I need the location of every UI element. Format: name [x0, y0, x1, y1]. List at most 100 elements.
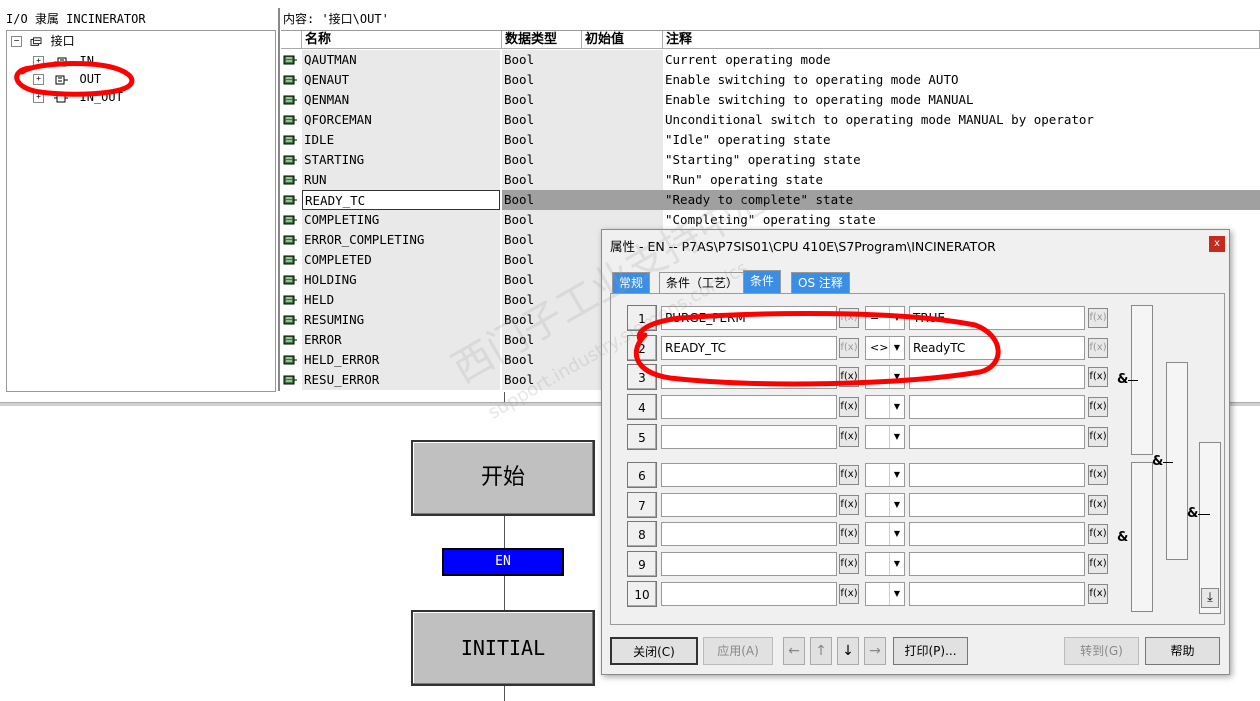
tab-os-comment[interactable]: OS 注释: [791, 272, 850, 293]
cell-type[interactable]: Bool: [502, 310, 582, 330]
cell-type[interactable]: Bool: [502, 90, 582, 110]
condition-right-operand[interactable]: [909, 463, 1085, 487]
chevron-down-icon[interactable]: ▼: [889, 523, 904, 545]
cell-name[interactable]: ERROR: [302, 330, 500, 350]
cell-type[interactable]: Bool: [502, 350, 582, 370]
function-icon[interactable]: f(x): [1088, 397, 1108, 417]
close-icon[interactable]: x: [1209, 236, 1225, 252]
cell-init[interactable]: [582, 170, 663, 190]
function-icon[interactable]: f(x): [839, 308, 859, 328]
operator-select[interactable]: ▼: [865, 425, 905, 449]
column-header-name[interactable]: 名称: [302, 31, 502, 49]
arrow-right-icon[interactable]: →: [864, 637, 886, 665]
cell-name[interactable]: QENAUT: [302, 70, 500, 90]
operator-select[interactable]: ▼: [865, 552, 905, 576]
table-row[interactable]: QFORCEMAN Bool Unconditional switch to ope…: [281, 110, 1260, 130]
cell-init[interactable]: [582, 90, 663, 110]
column-header-comment[interactable]: 注释: [663, 31, 1260, 49]
cell-type[interactable]: Bool: [502, 170, 582, 190]
cell-name[interactable]: IDLE: [302, 130, 500, 150]
cell-name[interactable]: READY_TC: [302, 190, 500, 210]
cell-comment[interactable]: Current operating mode: [663, 50, 1260, 70]
table-row[interactable]: RUN Bool "Run" operating state: [281, 170, 1260, 190]
cell-name[interactable]: RESU_ERROR: [302, 370, 500, 390]
apply-button[interactable]: 应用(A): [703, 637, 773, 665]
function-icon[interactable]: f(x): [839, 554, 859, 574]
function-icon[interactable]: f(x): [1088, 367, 1108, 387]
sfc-step-start[interactable]: 开始: [411, 440, 595, 516]
cell-init[interactable]: [582, 150, 663, 170]
cell-init[interactable]: [582, 190, 663, 210]
condition-left-operand[interactable]: [661, 493, 837, 517]
condition-right-operand[interactable]: TRUE: [909, 306, 1085, 330]
function-icon[interactable]: f(x): [839, 524, 859, 544]
cell-init[interactable]: [582, 110, 663, 130]
function-icon[interactable]: f(x): [1088, 308, 1108, 328]
arrow-down-icon[interactable]: ↓: [837, 637, 859, 665]
cell-type[interactable]: Bool: [502, 230, 582, 250]
tree-item-root[interactable]: − 接口: [11, 33, 75, 49]
condition-left-operand[interactable]: [661, 395, 837, 419]
cell-name[interactable]: QFORCEMAN: [302, 110, 500, 130]
cell-name[interactable]: RUN: [302, 170, 500, 190]
chevron-down-icon[interactable]: ▼: [889, 583, 904, 605]
condition-row-number[interactable]: 6: [627, 462, 657, 488]
condition-left-operand[interactable]: [661, 463, 837, 487]
function-icon[interactable]: f(x): [839, 367, 859, 387]
condition-row-number[interactable]: 7: [627, 492, 657, 518]
cell-init[interactable]: [582, 130, 663, 150]
condition-left-operand[interactable]: PURGE_PERM: [661, 306, 837, 330]
cell-comment[interactable]: Unconditional switch to operating mode M…: [663, 110, 1260, 130]
condition-row-number[interactable]: 3: [627, 364, 657, 390]
condition-right-operand[interactable]: [909, 522, 1085, 546]
operator-select[interactable]: ▼: [865, 493, 905, 517]
condition-row-number[interactable]: 2: [627, 335, 657, 361]
help-button[interactable]: 帮助: [1145, 637, 1220, 665]
close-button[interactable]: 关闭(C): [610, 637, 698, 665]
operator-select[interactable]: ▼: [865, 365, 905, 389]
function-icon[interactable]: f(x): [839, 465, 859, 485]
expand-icon[interactable]: +: [33, 74, 44, 85]
cell-type[interactable]: Bool: [502, 370, 582, 390]
function-icon[interactable]: f(x): [839, 427, 859, 447]
operator-select[interactable]: ▼: [865, 395, 905, 419]
function-icon[interactable]: f(x): [839, 495, 859, 515]
expand-icon[interactable]: +: [33, 92, 44, 103]
collapse-icon[interactable]: −: [11, 36, 22, 47]
cell-type[interactable]: Bool: [502, 270, 582, 290]
condition-right-operand[interactable]: [909, 395, 1085, 419]
cell-comment[interactable]: "Ready to complete" state: [663, 190, 1260, 210]
cell-comment[interactable]: Enable switching to operating mode MANUA…: [663, 90, 1260, 110]
condition-right-operand[interactable]: [909, 425, 1085, 449]
print-button[interactable]: 打印(P)...: [893, 637, 968, 665]
cell-comment[interactable]: "Starting" operating state: [663, 150, 1260, 170]
cell-type[interactable]: Bool: [502, 70, 582, 90]
cell-name[interactable]: HOLDING: [302, 270, 500, 290]
cell-name[interactable]: ERROR_COMPLETING: [302, 230, 500, 250]
tab-condition-tech[interactable]: 条件（工艺）: [659, 272, 746, 293]
cell-type[interactable]: Bool: [502, 250, 582, 270]
table-row[interactable]: QAUTMAN Bool Current operating mode: [281, 50, 1260, 70]
column-header-type[interactable]: 数据类型: [502, 31, 582, 49]
cell-type[interactable]: Bool: [502, 130, 582, 150]
cell-name[interactable]: RESUMING: [302, 310, 500, 330]
cell-name[interactable]: HELD: [302, 290, 500, 310]
arrow-down-icon[interactable]: ⤓: [1201, 588, 1219, 608]
table-row[interactable]: IDLE Bool "Idle" operating state: [281, 130, 1260, 150]
cell-name[interactable]: COMPLETING: [302, 210, 500, 230]
function-icon[interactable]: f(x): [1088, 495, 1108, 515]
function-icon[interactable]: f(x): [1088, 524, 1108, 544]
tree-item-out[interactable]: + OUT: [33, 71, 101, 87]
chevron-down-icon[interactable]: ▼: [889, 426, 904, 448]
cell-comment[interactable]: "Completing" operating state: [663, 210, 1260, 230]
function-icon[interactable]: f(x): [839, 397, 859, 417]
operator-select[interactable]: <> ▼: [865, 336, 905, 360]
chevron-down-icon[interactable]: ▼: [889, 337, 904, 359]
function-icon[interactable]: f(x): [839, 584, 859, 604]
sfc-transition-en[interactable]: EN: [442, 548, 564, 576]
tab-condition[interactable]: 条件: [743, 270, 782, 293]
arrow-up-icon[interactable]: ↑: [810, 637, 832, 665]
table-row[interactable]: READY_TC Bool "Ready to complete" state: [281, 190, 1260, 210]
function-icon[interactable]: f(x): [1088, 338, 1108, 358]
condition-row-number[interactable]: 4: [627, 394, 657, 420]
